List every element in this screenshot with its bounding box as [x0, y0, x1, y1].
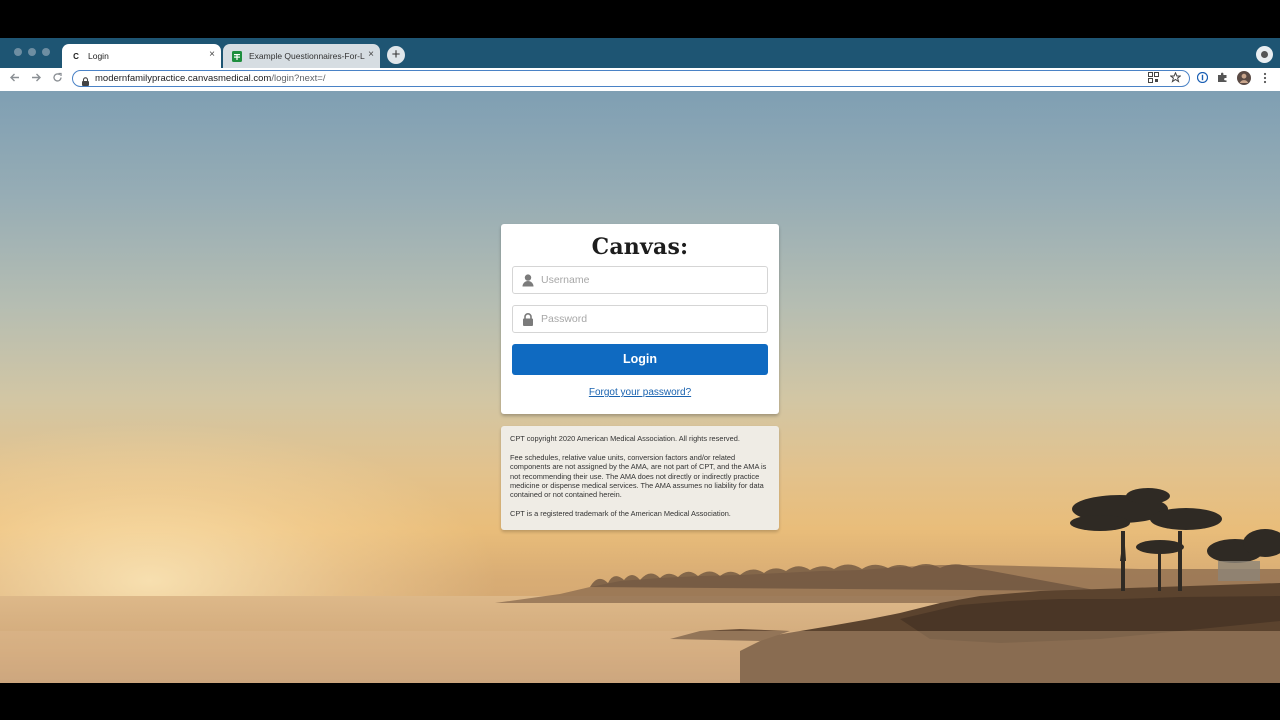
address-bar[interactable]: modernfamilypractice.canvasmedical.com/l…: [72, 70, 1190, 87]
window-minimize-dot[interactable]: [28, 48, 36, 56]
letterbox-top: [0, 0, 1280, 38]
canvas-logo: Canvas:: [591, 234, 689, 260]
tab-title: Example Questionnaires-For-L: [249, 51, 365, 61]
tab-title: Login: [88, 51, 109, 61]
new-tab-button[interactable]: +: [387, 46, 405, 64]
username-input[interactable]: [541, 270, 761, 290]
cpt-copyright-text: CPT copyright 2020 American Medical Asso…: [510, 434, 740, 443]
user-icon: [522, 274, 534, 287]
password-manager-icon[interactable]: [1196, 71, 1208, 84]
canvas-favicon-icon: C: [73, 51, 79, 61]
fee-schedules-text: Fee schedules, relative value units, con…: [510, 452, 767, 500]
url-text: modernfamilypractice.canvasmedical.com/l…: [95, 73, 326, 84]
login-card: Canvas: Login Forgot your password?: [501, 224, 779, 414]
background-photo: Canvas: Login Forgot your password? CPT …: [0, 91, 1280, 683]
lock-icon: [82, 73, 89, 86]
password-field[interactable]: [512, 305, 768, 333]
qr-code-icon[interactable]: [1147, 72, 1159, 84]
chrome-account-icon[interactable]: [1256, 46, 1273, 63]
close-tab-icon[interactable]: ×: [368, 49, 374, 60]
chrome-menu-icon[interactable]: [1259, 72, 1271, 84]
window-zoom-dot[interactable]: [42, 48, 50, 56]
reload-icon[interactable]: [50, 72, 64, 86]
profile-avatar-icon[interactable]: [1237, 71, 1251, 85]
browser-tab-bar: C Login × Example Questionnaires-For-L ×: [0, 38, 1280, 68]
back-arrow-icon[interactable]: [7, 72, 21, 86]
forward-arrow-icon[interactable]: [29, 72, 43, 86]
cpt-notice: CPT copyright 2020 American Medical Asso…: [501, 426, 779, 530]
login-button[interactable]: Login: [512, 344, 768, 375]
username-field[interactable]: [512, 266, 768, 294]
window-close-dot[interactable]: [14, 48, 22, 56]
lock-icon: [522, 313, 534, 326]
bookmark-star-icon[interactable]: [1168, 71, 1182, 84]
forgot-password-link[interactable]: Forgot your password?: [501, 387, 779, 398]
cpt-trademark-text: CPT is a registered trademark of the Ame…: [510, 509, 731, 519]
close-tab-icon[interactable]: ×: [209, 49, 215, 60]
password-input[interactable]: [541, 309, 761, 329]
tab-login[interactable]: C Login ×: [62, 44, 221, 68]
letterbox-bottom: [0, 683, 1280, 720]
tab-example-questionnaires[interactable]: Example Questionnaires-For-L ×: [223, 44, 380, 68]
sheets-icon: [232, 50, 242, 62]
extensions-puzzle-icon[interactable]: [1216, 72, 1228, 84]
